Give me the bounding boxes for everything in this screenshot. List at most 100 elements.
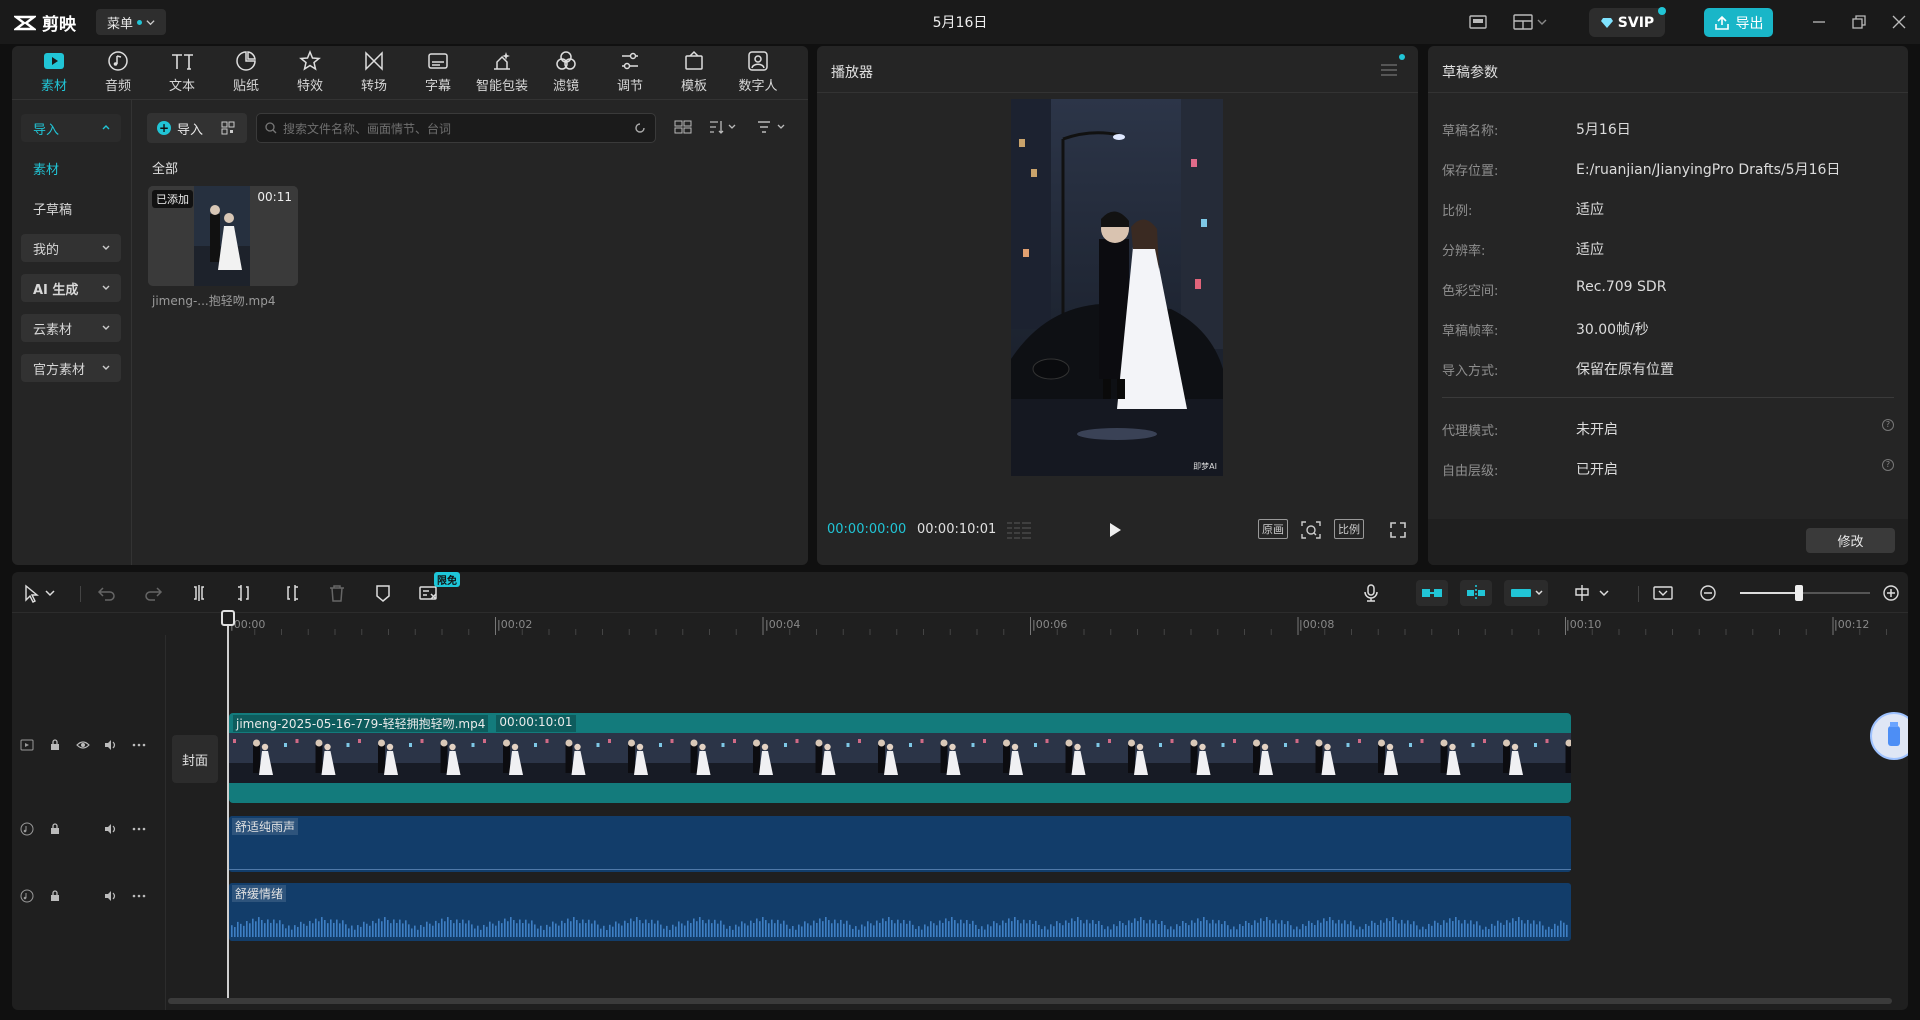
tab-sticker[interactable]: 贴纸 xyxy=(216,50,276,94)
more-icon[interactable] xyxy=(132,889,146,903)
screenshot-icon[interactable] xyxy=(1652,582,1674,604)
total-timecode: 00:00:10:01 xyxy=(917,522,997,537)
nav-ai-generate[interactable]: AI 生成 xyxy=(21,274,121,302)
more-icon[interactable] xyxy=(132,822,146,836)
help-icon[interactable]: ? xyxy=(1882,459,1894,471)
lock-icon[interactable] xyxy=(48,822,62,836)
search-input[interactable]: 搜索文件名称、画面情节、台词 xyxy=(256,113,656,143)
tab-adjust[interactable]: 调节 xyxy=(600,50,660,94)
select-tool-icon[interactable] xyxy=(20,582,60,604)
qr-code-icon[interactable] xyxy=(221,121,235,135)
tab-filter[interactable]: 滤镜 xyxy=(536,50,596,94)
video-preview[interactable]: 即梦AI xyxy=(1011,99,1223,476)
waveform-bar xyxy=(1152,923,1154,937)
eye-icon[interactable] xyxy=(76,738,90,752)
auto-snap-icon[interactable] xyxy=(1460,580,1492,606)
audio-waveform xyxy=(229,869,1571,870)
main-track-magnet-icon[interactable] xyxy=(1416,580,1448,606)
nav-mine[interactable]: 我的 xyxy=(21,234,121,262)
help-icon[interactable]: ? xyxy=(1882,419,1894,431)
volume-icon[interactable] xyxy=(104,822,118,836)
delete-icon[interactable] xyxy=(326,582,348,604)
clip-header: jimeng-2025-05-16-779-轻轻拥抱轻吻.mp4 00:00:1… xyxy=(233,715,576,732)
lock-icon[interactable] xyxy=(48,738,62,752)
more-icon[interactable] xyxy=(132,738,146,752)
waveform-bar xyxy=(1137,921,1139,937)
zoom-fit-icon[interactable] xyxy=(1300,520,1322,540)
play-icon[interactable] xyxy=(1107,522,1123,538)
waveform-bar xyxy=(1431,925,1433,937)
restore-icon[interactable] xyxy=(1850,13,1868,31)
workspace-layout-icon[interactable] xyxy=(1512,12,1548,32)
tab-transition[interactable]: 转场 xyxy=(344,50,404,94)
waveform-bar xyxy=(543,929,545,937)
timeline-scrollbar[interactable] xyxy=(168,998,1892,1004)
filter-list-icon[interactable] xyxy=(756,119,788,135)
zoom-out-icon[interactable] xyxy=(1697,582,1719,604)
lock-icon[interactable] xyxy=(48,889,62,903)
video-clip[interactable]: jimeng-2025-05-16-779-轻轻拥抱轻吻.mp4 00:00:1… xyxy=(229,713,1571,803)
view-mode-icon[interactable] xyxy=(674,119,692,135)
trim-right-icon[interactable] xyxy=(280,582,302,604)
layout-icon[interactable] xyxy=(1468,12,1488,32)
waveform-bar xyxy=(1437,922,1439,937)
export-button[interactable]: 导出 xyxy=(1704,8,1773,37)
volume-icon[interactable] xyxy=(104,738,118,752)
svip-button[interactable]: SVIP xyxy=(1589,8,1665,37)
preview-axis-icon[interactable] xyxy=(1574,582,1614,604)
sort-icon[interactable] xyxy=(708,119,738,135)
menu-button[interactable]: 菜单 xyxy=(96,9,166,35)
redo-icon[interactable] xyxy=(142,582,164,604)
waveform-bar xyxy=(1377,924,1379,937)
zoom-in-icon[interactable] xyxy=(1880,582,1902,604)
tab-effects[interactable]: 特效 xyxy=(280,50,340,94)
waveform-bar xyxy=(234,927,236,937)
tab-smart-package[interactable]: 智能包装 xyxy=(472,50,532,94)
tab-media[interactable]: 素材 xyxy=(24,50,84,94)
tab-template[interactable]: 模板 xyxy=(664,50,724,94)
audio-clip-2[interactable]: 舒缓情绪 xyxy=(229,883,1571,941)
audio-clip-1[interactable]: 舒适纯雨声 xyxy=(229,816,1571,872)
trim-left-icon[interactable] xyxy=(234,582,256,604)
zoom-slider-handle[interactable] xyxy=(1794,585,1803,601)
original-quality-button[interactable]: 原画 xyxy=(1258,519,1288,539)
media-item[interactable]: 已添加 00:11 xyxy=(148,186,298,286)
tab-subtitle[interactable]: 字幕 xyxy=(408,50,468,94)
minimize-icon[interactable] xyxy=(1810,13,1828,31)
nav-material[interactable]: 素材 xyxy=(21,154,121,182)
split-icon[interactable] xyxy=(188,582,210,604)
player-menu-icon[interactable] xyxy=(1380,62,1398,78)
waveform-bar xyxy=(351,925,353,937)
cover-button[interactable]: 封面 xyxy=(172,735,218,783)
volume-icon[interactable] xyxy=(104,889,118,903)
playhead[interactable] xyxy=(227,610,229,1002)
floating-assistant-button[interactable] xyxy=(1870,712,1908,760)
zoom-slider[interactable] xyxy=(1740,585,1870,601)
nav-subdraft[interactable]: 子草稿 xyxy=(21,194,121,222)
linkage-icon[interactable] xyxy=(1504,580,1548,606)
nav-label: 官方素材 xyxy=(33,362,86,378)
import-button[interactable]: + 导入 xyxy=(147,113,247,143)
ruler-label: |00:10 xyxy=(1566,618,1602,631)
ratio-button[interactable]: 比例 xyxy=(1334,519,1364,539)
time-ruler[interactable] xyxy=(12,613,1908,635)
nav-official[interactable]: 官方素材 xyxy=(21,354,121,382)
microphone-icon[interactable] xyxy=(1360,582,1382,604)
fullscreen-icon[interactable] xyxy=(1389,521,1407,539)
refresh-icon[interactable] xyxy=(633,121,647,135)
nav-cloud[interactable]: 云素材 xyxy=(21,314,121,342)
tab-audio[interactable]: 音频 xyxy=(88,50,148,94)
waveform-bar xyxy=(651,919,653,937)
nav-import[interactable]: 导入 xyxy=(21,114,121,142)
tab-digital-human[interactable]: 数字人 xyxy=(728,50,788,94)
smart-package-icon xyxy=(491,50,513,72)
undo-icon[interactable] xyxy=(96,582,118,604)
playhead-handle[interactable] xyxy=(221,610,235,626)
waveform-bar xyxy=(843,923,845,937)
close-icon[interactable] xyxy=(1890,13,1908,31)
tab-text[interactable]: 文本 xyxy=(152,50,212,94)
modify-button[interactable]: 修改 xyxy=(1806,528,1895,553)
waveform-toggle-icon[interactable] xyxy=(1005,520,1033,540)
audio-icon xyxy=(107,50,129,72)
marker-icon[interactable] xyxy=(372,582,394,604)
